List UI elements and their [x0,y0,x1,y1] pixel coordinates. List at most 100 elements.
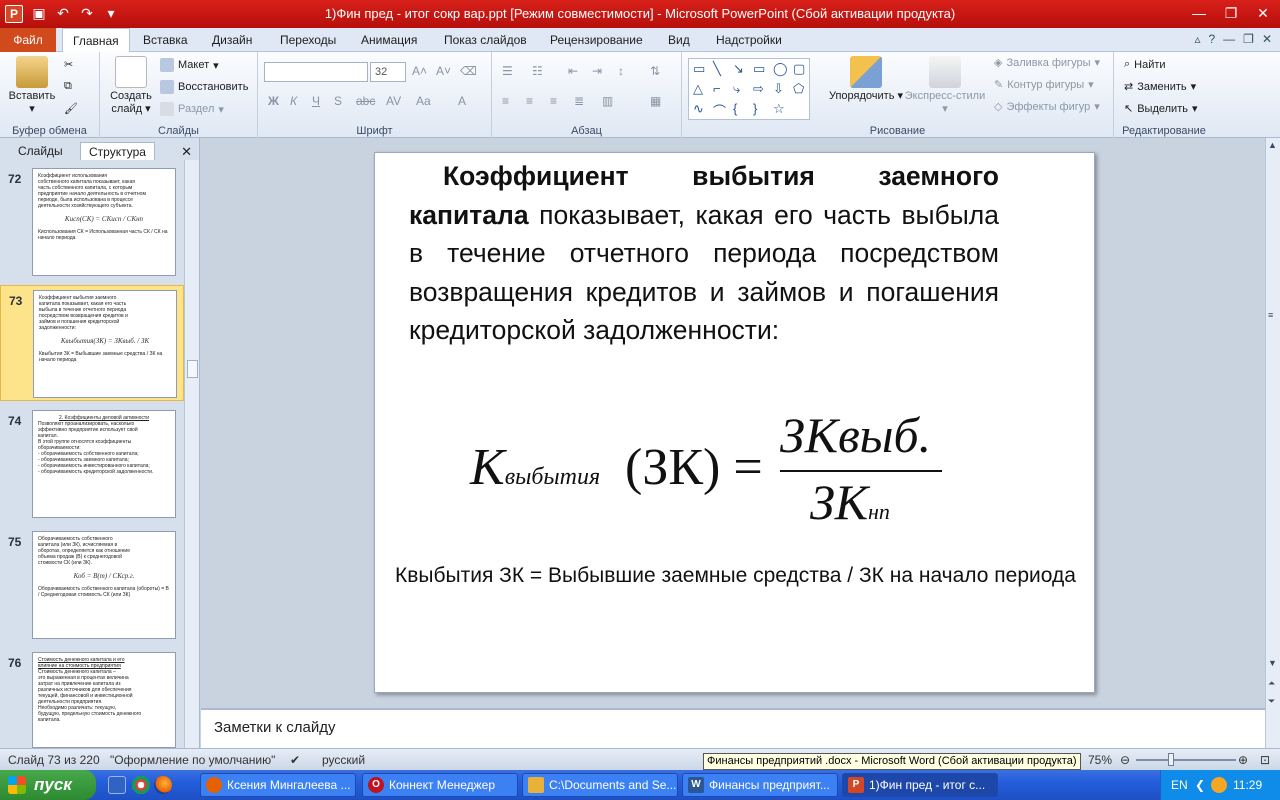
zoom-out-icon[interactable]: ⊖ [1120,753,1130,767]
scrollbar-thumb[interactable] [187,360,198,378]
bold-icon[interactable]: Ж [268,94,279,108]
tab-file[interactable]: Файл [0,28,56,52]
notes-placeholder[interactable]: Заметки к слайду [214,719,336,736]
line-shape-icon[interactable]: ╲ [713,61,721,77]
slide-formula[interactable]: Kвыбытия (ЗК) = ЗКвыб. ЗКнп [470,407,950,548]
spellcheck-icon[interactable]: ✔ [290,753,300,767]
taskbar-item-powerpoint[interactable]: P 1)Фин пред - итог с... [842,773,998,797]
show-desktop-icon[interactable] [108,776,126,794]
tab-transitions[interactable]: Переходы [280,28,336,52]
shadow-icon[interactable]: S [334,94,342,108]
taskbar-item-connect-manager[interactable]: O Коннект Менеджер [362,773,518,797]
brace-left-icon[interactable]: { [733,101,737,116]
tab-review[interactable]: Рецензирование [550,28,643,52]
help-icon[interactable]: ? [1208,32,1215,46]
thumbnail-row[interactable]: 76 Стоимость денежного капитала и его вл… [0,648,184,748]
arrange-button[interactable]: Упорядочить ▾ [828,56,904,103]
align-center-icon[interactable]: ≡ [526,94,533,108]
firefox-quick-icon[interactable] [154,776,172,794]
tray-arrow-icon[interactable]: ❮ [1195,778,1205,792]
tab-animation[interactable]: Анимация [361,28,417,52]
taskbar-item-firefox[interactable]: Ксения Мингалеева ... [200,773,356,797]
next-slide-icon[interactable]: ⏷ [1268,696,1275,707]
copy-button[interactable]: ⧉ [64,80,72,93]
font-size-box[interactable]: 32 [370,62,406,82]
minimize-ribbon-icon[interactable]: ▵ [1194,32,1200,46]
tab-insert[interactable]: Вставка [143,28,188,52]
shapes-gallery[interactable]: ▭ ╲ ↘ ▭ ◯ ▢ △ ⌐ ⤷ ⇨ ⇩ ⬠ ∿ ⌒ { } ☆ [688,58,810,120]
slide-thumbnail[interactable]: 2. Коэффициенты деловой активности Позво… [32,410,176,518]
quick-styles-button[interactable]: Экспресс-стили ▾ [904,56,986,116]
slide-thumbnail[interactable]: Стоимость денежного капитала и его влиян… [32,652,176,748]
italic-icon[interactable]: К [290,94,297,108]
change-case-icon[interactable]: Aa [416,94,431,108]
section-button[interactable]: Раздел ▾ [160,102,224,116]
new-slide-button[interactable]: Создать слайд ▾ [106,56,156,116]
strikethrough-icon[interactable]: abc [356,94,375,108]
star-shape-icon[interactable]: ☆ [773,101,785,117]
tab-outline[interactable]: Структура [80,142,155,160]
down-arrow-shape-icon[interactable]: ⇩ [773,81,784,97]
thumbnail-row-selected[interactable]: 73 Коэффициент выбытия заемного капитала… [0,285,184,401]
thumbnail-row[interactable]: 72 Коэффициент использования собственног… [0,164,184,282]
notes-pane[interactable]: Заметки к слайду [201,708,1265,748]
oval-shape-icon[interactable]: ◯ [773,61,788,77]
tab-addins[interactable]: Надстройки [716,28,782,52]
arrow-shape-icon[interactable]: ↘ [733,61,744,77]
line-spacing-icon[interactable]: ↕ [618,64,624,78]
increase-indent-icon[interactable]: ⇥ [592,64,602,78]
slide-thumbnail[interactable]: Коэффициент использования собственного к… [32,168,176,276]
start-button[interactable]: пуск [0,770,96,800]
tab-slideshow[interactable]: Показ слайдов [444,28,527,52]
smartart-icon[interactable]: ▦ [650,94,661,108]
layout-button[interactable]: Макет ▾ [160,58,219,72]
align-left-icon[interactable]: ≡ [502,94,509,108]
elbow-connector-icon[interactable]: ⌐ [713,81,721,96]
tab-slides[interactable]: Слайды [10,142,71,160]
justify-icon[interactable]: ≣ [574,94,584,108]
current-slide[interactable]: Коэффициент выбытия заемного капитала по… [374,152,1095,693]
slide-body-text[interactable]: Коэффициент выбытия заемного капитала по… [409,157,999,350]
align-right-icon[interactable]: ≡ [550,94,557,108]
close-icon[interactable]: ✕ [1252,3,1274,23]
thumbnail-row[interactable]: 74 2. Коэффициенты деловой активности По… [0,406,184,522]
font-color-icon[interactable]: A [458,94,466,108]
bullets-icon[interactable]: ☰ [502,64,513,78]
cut-button[interactable]: ✂ [64,58,73,71]
taskbar-item-word[interactable]: W Финансы предприят... [682,773,838,797]
shape-effects-button[interactable]: ◇ Эффекты фигур ▾ [994,100,1100,114]
tab-home[interactable]: Главная [62,28,130,53]
replace-button[interactable]: ⇄ Заменить ▾ [1124,80,1196,94]
ribbon-window-restore-icon[interactable]: ❐ [1243,32,1254,46]
shrink-font-icon[interactable]: A˅ [436,64,451,78]
textbox-shape-icon[interactable]: ▭ [693,61,705,77]
decrease-indent-icon[interactable]: ⇤ [568,64,578,78]
ribbon-window-minimize-icon[interactable]: — [1223,32,1235,46]
shape-outline-button[interactable]: ✎ Контур фигуры ▾ [994,78,1094,92]
prev-slide-icon[interactable]: ⏶ [1268,678,1275,689]
theme-name[interactable]: "Оформление по умолчанию" [110,753,275,767]
minimize-icon[interactable]: — [1188,3,1210,23]
fit-slide-icon[interactable]: ⊡ [1260,753,1270,767]
taskbar-item-explorer[interactable]: C:\Documents and Se... [522,773,678,797]
chrome-icon[interactable] [132,776,150,794]
scroll-up-icon[interactable]: ▲ [1268,140,1277,150]
thumbnails-scrollbar[interactable] [184,160,199,748]
spacing-icon[interactable]: AV [386,94,401,108]
clear-format-icon[interactable]: ⌫ [460,64,477,78]
brace-right-icon[interactable]: } [753,101,757,116]
zoom-level[interactable]: 75% [1088,753,1112,767]
font-name-box[interactable] [264,62,368,82]
thumbnail-row[interactable]: 75 Оборачиваемость собственного капитала… [0,527,184,643]
close-pane-icon[interactable]: ✕ [181,144,192,160]
maximize-icon[interactable]: ❐ [1220,3,1242,23]
rectangle-shape-icon[interactable]: ▭ [753,61,765,77]
zoom-slider[interactable] [1136,759,1236,761]
zoom-in-icon[interactable]: ⊕ [1238,753,1248,767]
right-arrow-shape-icon[interactable]: ⇨ [753,81,764,97]
zoom-slider-thumb[interactable] [1168,753,1174,766]
triangle-shape-icon[interactable]: △ [693,81,703,97]
ribbon-window-close-icon[interactable]: ✕ [1262,32,1272,46]
grow-font-icon[interactable]: A˄ [412,64,427,78]
reset-button[interactable]: Восстановить [160,80,248,94]
